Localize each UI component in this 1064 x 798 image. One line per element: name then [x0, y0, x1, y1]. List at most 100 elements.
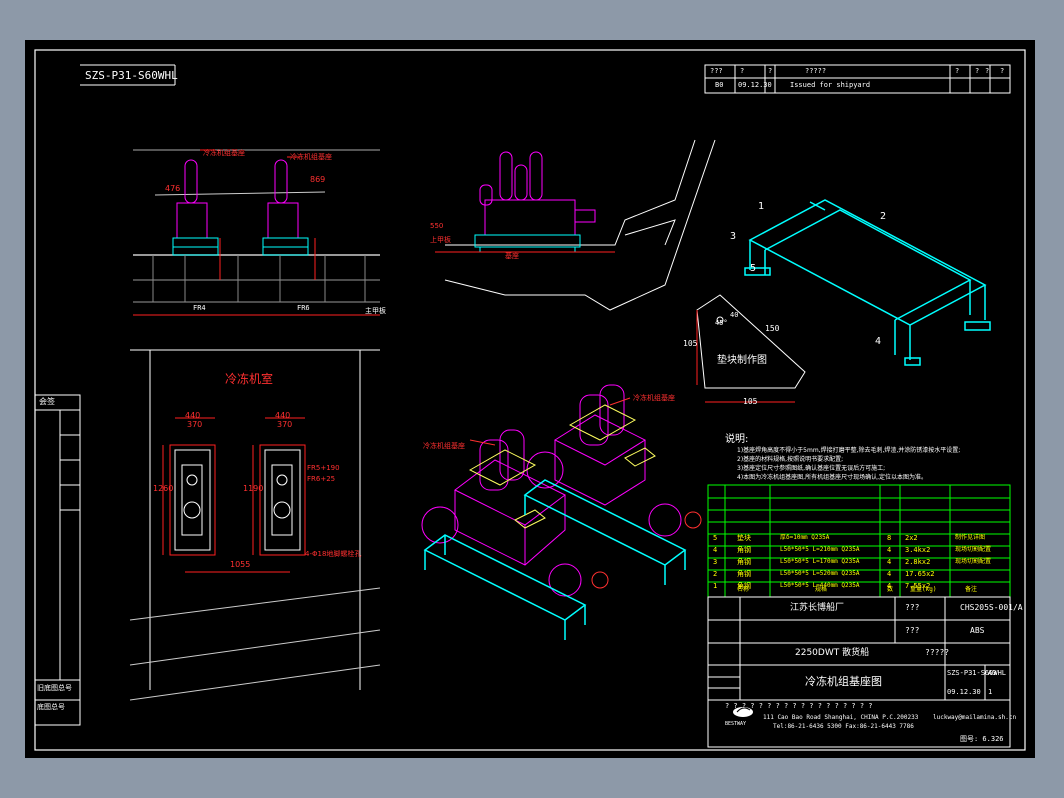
notes-line-2: 2)基座的材料规格,按照说明书要求配置;: [737, 456, 844, 463]
pad-angle: 45°: [715, 319, 728, 327]
bom-r0-qty: 8: [887, 534, 892, 542]
bom-table: [707, 484, 1011, 598]
strip-countersign: 会签: [39, 397, 55, 406]
rev-h3: ?????: [805, 67, 827, 75]
rev-h0: ???: [710, 67, 723, 75]
drawing-sheet: SZS-P31-S60WHL ??? ? ? ????? ? ? ? ? B0 …: [25, 40, 1035, 758]
iso-label-1: 1: [758, 201, 765, 212]
bom-r1-remark: 现场切割配置: [955, 546, 992, 553]
bom-r1-weight: 3.4kx2: [905, 546, 931, 554]
plan-dim-bottom: 1055: [230, 560, 251, 569]
bom-r3-weight: 17.65x2: [905, 570, 935, 578]
pad-dim-3: 40: [730, 311, 739, 319]
tb-class-label: ???: [905, 603, 920, 612]
bom-r0-weight: 2x2: [905, 534, 918, 542]
plan-dim-s1: 1190: [243, 484, 264, 493]
plan-dim-t2: 370: [187, 420, 203, 429]
tb-ship: 2250DWT 散货船: [795, 648, 870, 658]
scale-footer: 图号: 6.326: [960, 735, 1004, 743]
side-a: 550: [430, 222, 444, 230]
pad-dim-0: 105: [683, 339, 698, 348]
plan-dim-t3: 370: [277, 420, 293, 429]
company-email: luckway@mailamina.sh.cn: [933, 714, 1017, 721]
bom-h5: 备注: [965, 586, 978, 593]
iso-callout-2: 冷冻机组基座: [633, 394, 675, 402]
plan-note-1: FR5+190: [307, 464, 340, 472]
bom-r3-qty: 4: [887, 570, 892, 578]
bom-r0-no: 5: [713, 534, 718, 542]
elev-callout-right: 冷冻机组基座: [290, 153, 332, 161]
tb-qmarks: ? ? ? ? ? ? ? ? ? ? ? ? ? ? ? ? ? ?: [725, 702, 873, 710]
company-logo-text: BESTWAY: [725, 721, 747, 727]
pad-detail: [696, 294, 806, 403]
tb-drawing-no: SZS-P31-S60WHL: [947, 669, 1007, 677]
strip-old-base: 旧底图总号: [37, 684, 72, 692]
rev-h1: ?: [740, 67, 745, 75]
elev-dim-left: 476: [165, 184, 181, 193]
bom-h4: 重量(kg): [910, 586, 937, 593]
bom-r2-name: 角钢: [737, 558, 751, 566]
plan-view: [129, 349, 381, 701]
plan-dim-t0: 440: [185, 411, 201, 420]
elev-deck: 主甲板: [365, 307, 386, 315]
bom-r1-name: 角钢: [737, 546, 751, 554]
iso-callout-1: 冷冻机组基座: [423, 442, 465, 450]
tb-doc-no: CHS205S-001/A: [960, 603, 1023, 612]
side-view: [435, 139, 716, 311]
bom-r3-name: 角钢: [737, 570, 751, 578]
notes-line-4: 4)本图为冷冻机组基座图,所有机组基座尺寸现场确认,定位以本图为准。: [737, 474, 927, 481]
bom-r2-no: 3: [713, 558, 718, 566]
elev-callout-left: 冷冻机组基座: [203, 149, 245, 157]
rev-h6: ?: [985, 67, 990, 75]
bom-r4-no: 1: [713, 582, 718, 590]
side-c: 基座: [505, 252, 519, 260]
company-address: 111 Cao Bao Road Shanghai, CHINA P.C.200…: [763, 714, 919, 721]
rev-desc: Issued for shipyard: [790, 81, 871, 89]
bom-h2: 规格: [815, 586, 828, 593]
notes-line-1: 1)基座焊角高度不得小于5mm,焊接打磨平整,除去毛刺,焊渣,并涂防锈漆按水平设…: [737, 447, 961, 454]
notes-title: 说明:: [725, 434, 749, 445]
strip-base: 底图总号: [37, 703, 65, 711]
left-strip: [34, 394, 81, 726]
rev-h5: ?: [975, 67, 980, 75]
bom-r3-spec: L50*50*5 L=520mm Q235A: [780, 570, 860, 577]
rev-h2: ?: [768, 67, 773, 75]
bom-r2-spec: L50*50*5 L=170mm Q235A: [780, 558, 860, 565]
tb-page: 1: [988, 688, 993, 696]
plan-note-3: 4-Φ18地脚螺栓孔: [305, 550, 362, 558]
pad-title: 垫块制作图: [717, 355, 767, 366]
bom-r1-qty: 4: [887, 546, 892, 554]
plan-note-2: FR6+25: [307, 475, 336, 483]
tb-sheet: A3: [988, 669, 997, 677]
side-b: 上甲板: [430, 236, 451, 244]
bom-r2-weight: 2.8kx2: [905, 558, 931, 566]
pad-dim-1: 105: [743, 397, 758, 406]
cad-drawing: [34, 49, 1026, 751]
tb-qq: ???: [905, 626, 920, 635]
iso-machines: [421, 384, 702, 640]
tb-drawing-title: 冷冻机组基座图: [805, 675, 882, 688]
pad-dim-2: 150: [765, 324, 780, 333]
bom-r2-remark: 现场切割配置: [955, 558, 992, 565]
tb-company: 江苏长博船厂: [790, 603, 845, 613]
notes-line-3: 3)基座定位尺寸参照图纸,确认基座位置无误后方可施工;: [737, 465, 886, 472]
elev-frame-left: FR4: [193, 304, 206, 312]
plan-dim-s0: 1260: [153, 484, 174, 493]
plan-dim-t1: 440: [275, 411, 291, 420]
bom-r0-spec: 厚δ=10mm Q235A: [780, 534, 830, 541]
iso-label-4: 4: [875, 336, 882, 347]
elev-frame-right: FR6: [297, 304, 310, 312]
tb-scale-row: ?????: [925, 648, 950, 657]
outer-frame: [34, 49, 1026, 751]
bom-h1: 名称: [737, 586, 750, 593]
plan-title: 冷冻机室: [225, 372, 274, 386]
elev-dim-right: 869: [310, 175, 326, 184]
tb-class-value: ABS: [970, 626, 985, 635]
elevation-view: [133, 149, 380, 316]
bom-r2-qty: 4: [887, 558, 892, 566]
iso-frame: [744, 199, 991, 366]
bom-r0-remark: 制作见详图: [955, 534, 986, 541]
rev-h7: ?: [1000, 67, 1005, 75]
bom-r1-no: 4: [713, 546, 718, 554]
drawing-code: SZS-P31-S60WHL: [85, 69, 178, 82]
